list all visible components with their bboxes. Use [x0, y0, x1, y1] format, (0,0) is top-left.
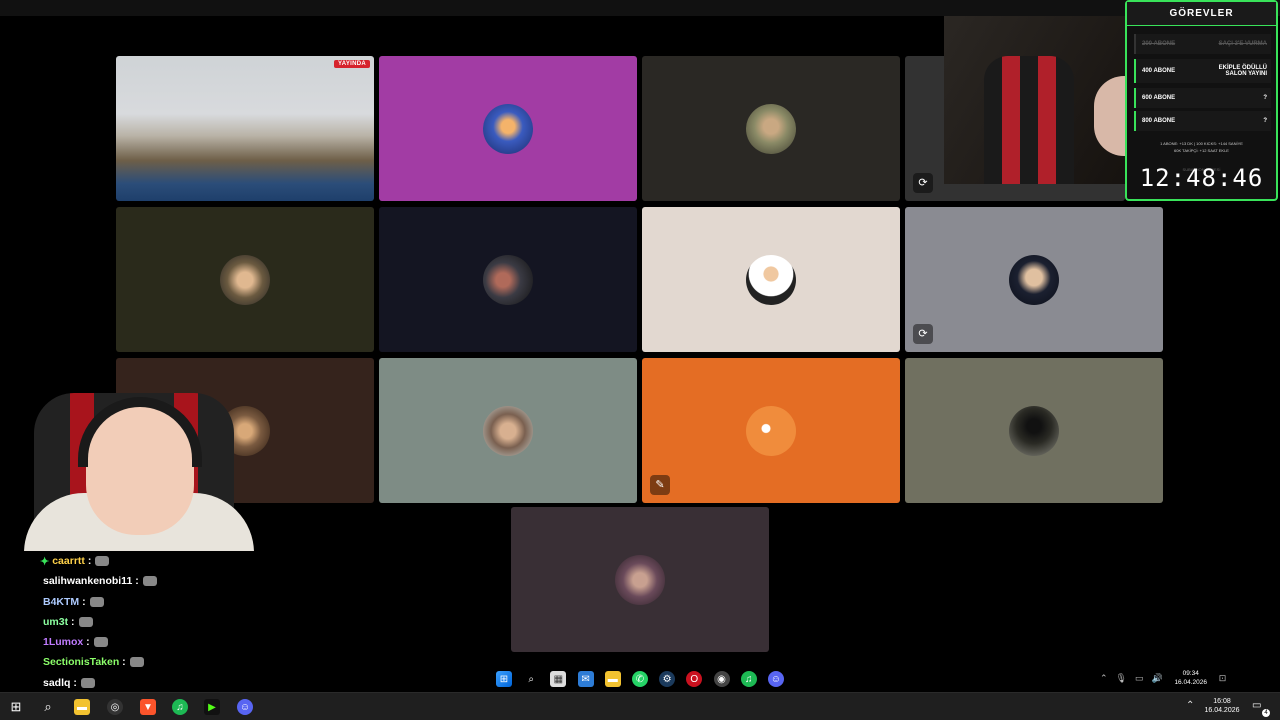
- tray-chevron-icon[interactable]: ⌃: [1186, 700, 1194, 711]
- desktop: YAYINDA ⟳ ⟳ ✎ GÖREVLER 200 ABONE SAÇI 3'…: [0, 0, 1280, 720]
- participant-avatar: [1009, 405, 1059, 456]
- notification-center-icon[interactable]: ▭ 4: [1252, 700, 1270, 717]
- gaming-chair: [984, 56, 1074, 184]
- participant-avatar: [615, 554, 665, 605]
- rates-note: 1 ABONE: +13 DK | 100 KICKS: +144 SANİYE: [1160, 141, 1243, 146]
- opera-icon[interactable]: O: [686, 671, 703, 687]
- windows-taskbar: ⊞ ⌕ ▬ ◎ ▼ ♫ ▶ ☺ ⌃ 16:08 16.04.2026 ▭ 4: [0, 692, 1280, 720]
- network-icon[interactable]: ▭: [1135, 673, 1144, 684]
- mail-icon[interactable]: ✉: [577, 671, 594, 687]
- participant-avatar: [746, 103, 796, 154]
- discord-icon[interactable]: ☺: [767, 671, 784, 687]
- windows-start-icon[interactable]: ⊞: [496, 671, 512, 687]
- folder-icon[interactable]: ▬: [74, 699, 90, 715]
- streamer-head: [1094, 76, 1128, 156]
- notification-count: 4: [1262, 709, 1270, 717]
- streamer-webcam-bottom: [14, 383, 256, 551]
- shared-screen-taskbar: ⊞ ⌕ ▦ ✉ ▬ ✆ ⚙ O ◉ ♫ ☺: [490, 666, 790, 692]
- muted-icon: ✎: [650, 475, 670, 495]
- participant-avatar: [483, 254, 533, 305]
- calendar-icon[interactable]: ▦: [550, 671, 567, 687]
- chat-username: 1Lumox: [43, 636, 84, 648]
- star-icon: ✦: [40, 555, 50, 568]
- participant-avatar: [483, 103, 533, 154]
- chrome-icon[interactable]: ◉: [713, 671, 730, 687]
- participant-tile[interactable]: [379, 358, 637, 503]
- chat-message: um3t :: [43, 615, 93, 629]
- steam-icon[interactable]: ⚙: [659, 671, 676, 687]
- participant-tile[interactable]: ✎: [642, 358, 900, 503]
- chat-username: SectionisTaken: [43, 656, 120, 668]
- emote-icon: [89, 597, 104, 607]
- emote-icon: [129, 657, 144, 667]
- folder-icon[interactable]: ▬: [604, 671, 621, 687]
- chat-username: sadlq: [43, 677, 71, 689]
- windows-start-icon[interactable]: ⊞: [8, 699, 24, 715]
- participant-tile[interactable]: [116, 207, 374, 352]
- obs-icon[interactable]: ◎: [107, 699, 123, 715]
- participant-tile[interactable]: [905, 358, 1163, 503]
- participant-tile[interactable]: [642, 207, 900, 352]
- emote-icon: [95, 556, 110, 566]
- tasks-panel: GÖREVLER 200 ABONE SAÇI 3'E VURMA 400 AB…: [1125, 0, 1278, 201]
- brave-icon[interactable]: ▼: [140, 699, 156, 715]
- chat-message: ✦ caarrtt :: [40, 554, 110, 568]
- emote-icon: [80, 678, 95, 688]
- participant-avatar: [483, 405, 533, 456]
- discord-icon[interactable]: ☺: [237, 699, 253, 715]
- chat-message: sadlq :: [43, 676, 95, 690]
- emote-icon: [142, 576, 157, 586]
- game-screen: [116, 56, 374, 201]
- game-stream-tile[interactable]: YAYINDA: [116, 56, 374, 201]
- task-item: 400 ABONE EKİPLE ÖDÜLLÜ SALON YAYINI: [1134, 59, 1271, 83]
- chat-username: salihwankenobi11: [43, 575, 133, 587]
- chevron-up-icon[interactable]: ⌃: [1100, 673, 1108, 684]
- live-badge: YAYINDA: [333, 60, 370, 68]
- participant-avatar: [1009, 254, 1059, 305]
- task-item: 600 ABONE ?: [1134, 88, 1271, 108]
- participant-tile[interactable]: [379, 56, 637, 201]
- rates-note: 60K TAKİPÇİ: +12 SAAT EKLE: [1174, 148, 1229, 153]
- participant-tile[interactable]: [642, 56, 900, 201]
- participant-tile[interactable]: [379, 207, 637, 352]
- search-icon[interactable]: ⌕: [523, 671, 539, 687]
- streamer-webcam-top: [944, 16, 1128, 184]
- subathon-timer: 12:48:46: [1139, 164, 1264, 192]
- spotify-icon[interactable]: ♫: [172, 699, 188, 715]
- notification-icon[interactable]: ⊡: [1219, 673, 1227, 684]
- participant-avatar: [220, 254, 270, 305]
- volume-icon[interactable]: 🔊: [1152, 673, 1163, 684]
- microphone-icon[interactable]: 🎙: [1116, 673, 1127, 684]
- muted-icon: ⟳: [913, 324, 933, 344]
- chat-message: SectionisTaken :: [43, 655, 144, 669]
- spotify-icon[interactable]: ♫: [740, 671, 757, 687]
- shared-screen-clock[interactable]: 09:34 16.04.2026: [1171, 669, 1211, 687]
- muted-icon: ⟳: [913, 173, 933, 193]
- emote-icon: [93, 637, 108, 647]
- search-icon[interactable]: ⌕: [40, 699, 56, 715]
- chat-message: B4KTM :: [43, 595, 104, 609]
- participant-tile[interactable]: ⟳: [905, 207, 1163, 352]
- kick-icon[interactable]: ▶: [204, 699, 220, 715]
- chat-username: um3t: [43, 616, 69, 628]
- emote-icon: [78, 617, 93, 627]
- taskbar-clock[interactable]: 16:08 16.04.2026: [1198, 697, 1246, 715]
- chat-username: B4KTM: [43, 596, 80, 608]
- participant-tile[interactable]: [511, 507, 769, 652]
- task-item: 800 ABONE ?: [1134, 111, 1271, 131]
- notification-bell-icon: ▭: [1252, 700, 1262, 711]
- task-item: 200 ABONE SAÇI 3'E VURMA: [1134, 34, 1271, 54]
- window-top-bar: [0, 0, 1280, 16]
- whatsapp-icon[interactable]: ✆: [631, 671, 648, 687]
- chat-message: salihwankenobi11 :: [43, 574, 157, 588]
- participant-avatar: [746, 405, 796, 456]
- tasks-panel-title: GÖREVLER: [1127, 2, 1276, 26]
- chat-username: caarrtt: [52, 555, 85, 567]
- chat-message: 1Lumox :: [43, 635, 108, 649]
- participant-avatar: [746, 254, 796, 305]
- shared-screen-tray: ⌃ 🎙 ▭ 🔊 09:34 16.04.2026 ⊡: [1100, 668, 1226, 688]
